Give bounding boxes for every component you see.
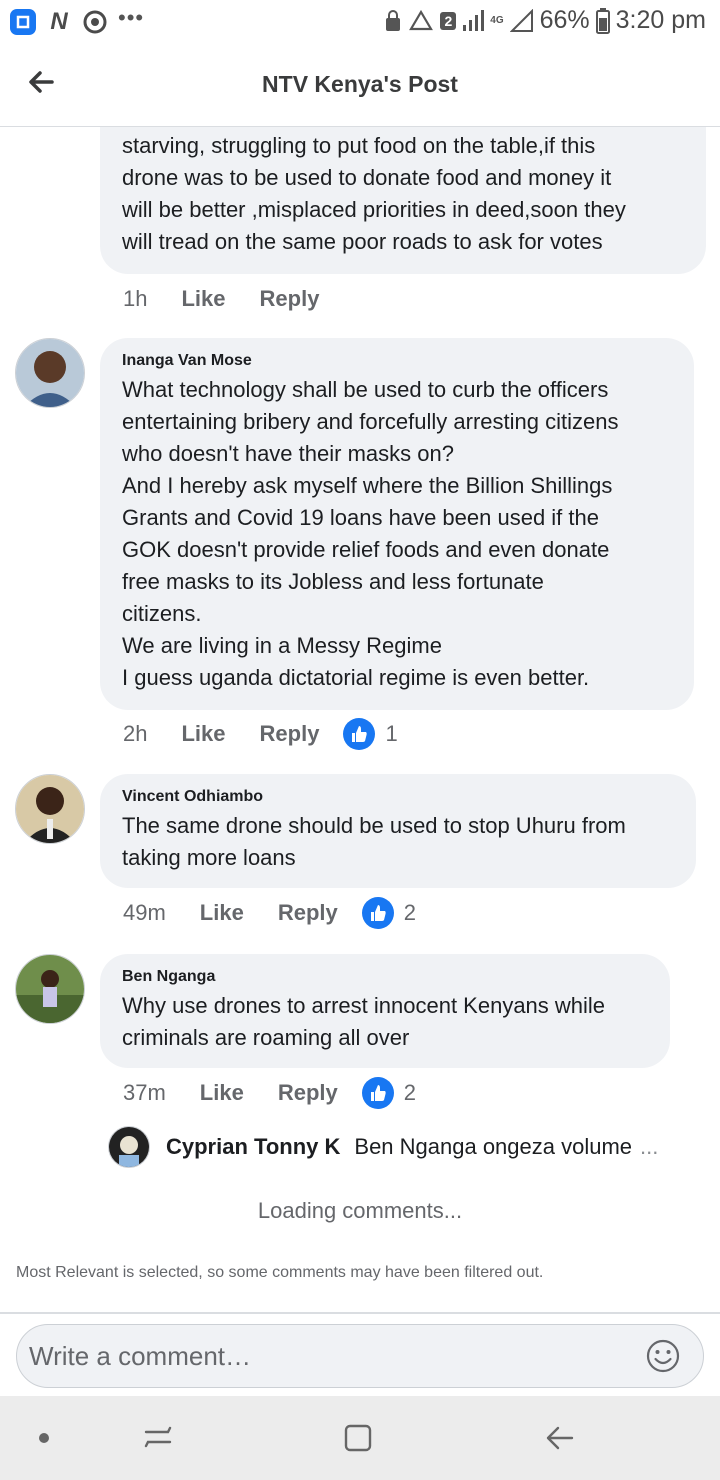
comment-actions: 2h Like Reply 1 <box>123 718 398 750</box>
thumbs-up-icon <box>361 1077 394 1109</box>
like-button[interactable]: Like <box>181 286 225 312</box>
avatar-photo <box>16 339 84 407</box>
comment-time: 37m <box>123 1080 166 1105</box>
chrome-icon <box>82 9 108 35</box>
comment-time: 2h <box>123 721 148 746</box>
reaction-count: 2 <box>403 1080 416 1105</box>
comment-input[interactable]: Write a comment… <box>16 1324 704 1388</box>
reaction-summary[interactable]: 2 <box>361 897 416 929</box>
comment-text: What technology shall be used to curb th… <box>122 377 619 690</box>
back-nav-icon[interactable] <box>540 1418 580 1458</box>
comment-text: starving, struggling to put food on the … <box>122 133 626 254</box>
comment-placeholder: Write a comment… <box>29 1341 252 1371</box>
crop-app-icon <box>10 9 36 35</box>
sim-badge: 2 <box>440 11 457 30</box>
comment-author[interactable]: Inanga Van Mose <box>122 352 672 370</box>
home-icon[interactable] <box>338 1418 378 1458</box>
comment-actions: 49m Like Reply 2 <box>123 897 416 929</box>
thumbs-up-icon <box>343 718 376 750</box>
comment-time: 1h <box>123 286 148 311</box>
recent-apps-icon[interactable] <box>138 1418 178 1458</box>
comment-bubble[interactable]: Inanga Van Mose What technology shall be… <box>100 338 694 710</box>
battery-percent: 66% <box>539 6 590 34</box>
comment-time: 49m <box>123 900 166 925</box>
comment-bubble[interactable]: starving, struggling to put food on the … <box>100 100 706 274</box>
signal-icon <box>463 9 485 31</box>
reply-ellipsis: ... <box>640 1134 659 1159</box>
like-button[interactable]: Like <box>200 1080 244 1106</box>
loading-comments: Loading comments... <box>257 1198 463 1223</box>
composer-divider <box>0 1312 720 1314</box>
recycle-icon <box>409 9 434 30</box>
comment-text: Why use drones to arrest innocent Kenyan… <box>122 993 606 1050</box>
reply-preview[interactable]: Cyprian Tonny K Ben Nganga ongeza volume… <box>108 1126 658 1168</box>
avatar[interactable] <box>15 338 85 408</box>
reply-text: Ben Nganga ongeza volume <box>354 1134 633 1159</box>
reaction-count: 2 <box>403 900 416 925</box>
dot-icon[interactable] <box>24 1418 64 1458</box>
filter-note: Most Relevant is selected, so some comme… <box>16 1264 544 1281</box>
reply-button[interactable]: Reply <box>260 286 320 312</box>
page-title: NTV Kenya's Post <box>262 71 458 97</box>
avatar[interactable] <box>15 774 85 844</box>
avatar-photo <box>16 775 84 843</box>
emoji-icon[interactable] <box>645 1338 681 1374</box>
like-button[interactable]: Like <box>200 900 244 926</box>
lock-icon <box>386 9 401 31</box>
reply-button[interactable]: Reply <box>278 900 338 926</box>
system-nav-bar <box>0 1396 720 1480</box>
comment-bubble[interactable]: Ben Nganga Why use drones to arrest inno… <box>100 954 670 1068</box>
reply-button[interactable]: Reply <box>278 1080 338 1106</box>
status-bar: N ••• 2 4G 66% 3:20 pm <box>0 0 720 44</box>
network-type: 4G <box>490 14 504 26</box>
signal-strength-icon <box>509 8 533 32</box>
comment-text: The same drone should be used to stop Uh… <box>122 813 626 870</box>
avatar-photo <box>16 955 84 1023</box>
like-button[interactable]: Like <box>181 721 225 747</box>
battery-icon <box>595 7 610 34</box>
more-notifications-icon: ••• <box>118 5 145 30</box>
news-app-icon: N <box>50 8 68 35</box>
avatar[interactable] <box>15 954 85 1024</box>
comment-bubble[interactable]: Vincent Odhiambo The same drone should b… <box>100 774 696 888</box>
thumbs-up-icon <box>361 897 394 929</box>
reaction-summary[interactable]: 1 <box>343 718 398 750</box>
reply-author: Cyprian Tonny K <box>166 1134 341 1159</box>
reply-button[interactable]: Reply <box>260 721 320 747</box>
reply-avatar <box>108 1126 150 1168</box>
reaction-count: 1 <box>385 721 398 746</box>
comment-actions: 37m Like Reply 2 <box>123 1077 416 1109</box>
comment-author[interactable]: Vincent Odhiambo <box>122 788 674 806</box>
clock: 3:20 pm <box>615 6 706 34</box>
comment-author[interactable]: Ben Nganga <box>122 968 648 986</box>
comment-actions: 1h Like Reply <box>123 286 319 312</box>
reaction-summary[interactable]: 2 <box>361 1077 416 1109</box>
